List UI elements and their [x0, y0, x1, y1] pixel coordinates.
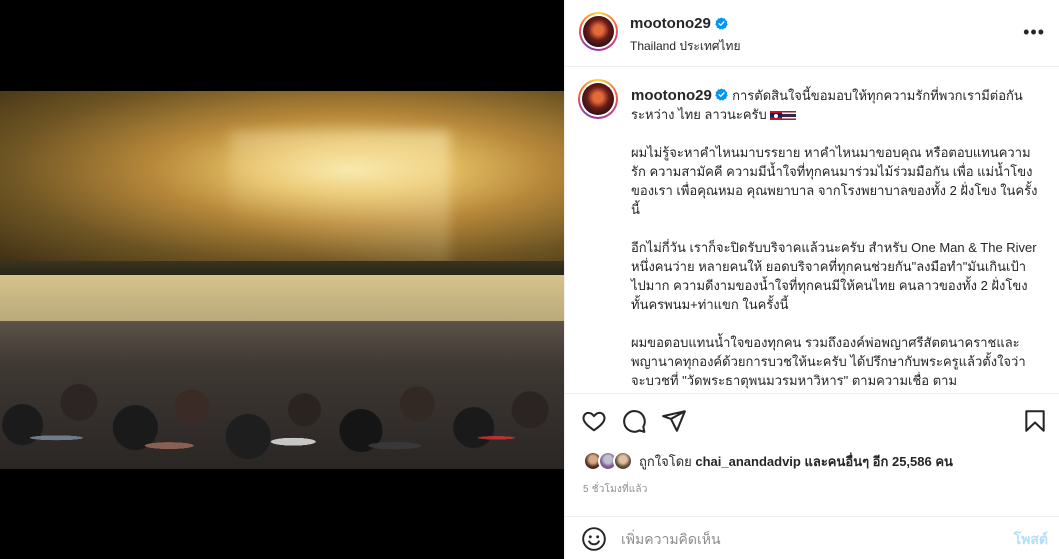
username-text[interactable]: mootono29: [630, 15, 711, 32]
laos-flag-icon: [770, 111, 783, 121]
action-bar: [565, 393, 1059, 448]
verified-icon: [715, 88, 729, 101]
post-location[interactable]: Thailand ประเทศไทย: [630, 37, 740, 56]
avatar[interactable]: [579, 12, 618, 51]
caption-paragraph-1: ผมไม่รู้จะหาคำไหนมาบรรยาย หาคำไหนมาขอบคุ…: [631, 145, 1038, 217]
post-username[interactable]: mootono29: [630, 15, 728, 32]
likes-summary: ถูกใจโดย chai_anandadvip และคนอื่นๆ อีก …: [583, 450, 953, 472]
comment-box: โพสต์: [565, 516, 1059, 559]
post-side-panel: mootono29 Thailand ประเทศไทย ••• mootono…: [564, 0, 1059, 559]
caption-avatar[interactable]: [578, 79, 618, 119]
more-icon[interactable]: •••: [1023, 22, 1045, 43]
heart-icon: [582, 411, 606, 432]
caption-paragraph-3: ผมขอตอบแทนน้ำใจของทุกคน รวมถึงองค์พ่อพญา…: [631, 335, 1026, 388]
post-header: mootono29 Thailand ประเทศไทย •••: [565, 0, 1059, 67]
crowd-foreground: [0, 391, 564, 469]
post-timestamp[interactable]: 5 ชั่วโมงที่แล้ว: [583, 482, 648, 497]
post-media[interactable]: [0, 0, 564, 559]
comment-input[interactable]: [621, 527, 991, 551]
share-button[interactable]: [661, 408, 687, 434]
share-icon: [662, 410, 686, 432]
liker-avatars[interactable]: [583, 451, 635, 471]
instagram-post-view: mootono29 Thailand ประเทศไทย ••• mootono…: [0, 0, 1059, 559]
liker-username[interactable]: chai_anandadvip: [695, 454, 800, 469]
like-button[interactable]: [581, 408, 607, 434]
caption-area: mootono29 การตัดสินใจนี้ขอมอบให้ทุกความร…: [565, 67, 1059, 393]
bookmark-icon: [1025, 410, 1045, 432]
comment-button[interactable]: [621, 408, 647, 434]
caption-text: mootono29 การตัดสินใจนี้ขอมอบให้ทุกความร…: [631, 86, 1039, 390]
emoji-icon[interactable]: [581, 526, 607, 552]
verified-icon: [715, 17, 728, 30]
likes-prefix: ถูกใจโดย: [639, 453, 692, 469]
post-comment-button[interactable]: โพสต์: [1014, 529, 1048, 551]
caption-paragraph-2: อีกไม่กี่วัน เราก็จะปิดรับบริจาคแล้วนะคร…: [631, 240, 1037, 312]
caption-username[interactable]: mootono29: [631, 87, 712, 104]
save-button[interactable]: [1022, 408, 1048, 434]
likes-others[interactable]: และคนอื่นๆ อีก 25,586 คน: [804, 451, 952, 472]
post-photo[interactable]: [0, 91, 564, 469]
comment-icon: [623, 410, 646, 433]
avatar: [613, 451, 633, 471]
thailand-flag-icon: [782, 111, 797, 121]
